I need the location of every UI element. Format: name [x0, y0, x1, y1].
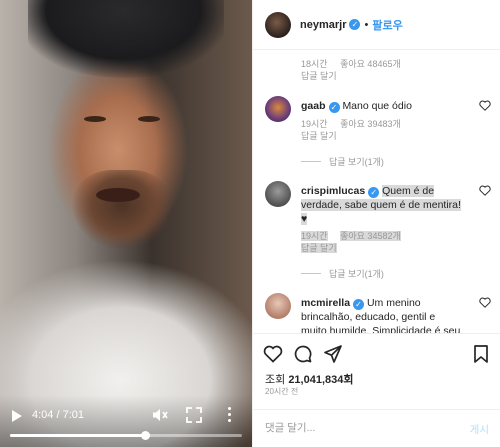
comment-username[interactable]: gaab — [301, 100, 326, 112]
comment-username[interactable]: crispimlucas — [301, 185, 365, 197]
view-replies-label: 답글 보기(1개) — [329, 269, 384, 279]
verified-badge-icon: ✓ — [328, 102, 340, 113]
mute-icon[interactable] — [152, 408, 168, 422]
share-icon[interactable] — [323, 344, 343, 364]
video-frame-beard — [72, 170, 172, 255]
video-frame-cap — [28, 0, 224, 78]
seek-bar-progress — [10, 434, 145, 437]
like-heart-icon[interactable] — [479, 185, 491, 196]
video-frame-detail — [84, 116, 106, 122]
view-replies-button[interactable]: 답글 보기(1개) — [301, 267, 384, 280]
like-heart-icon[interactable] — [263, 344, 283, 364]
avatar[interactable] — [265, 96, 291, 122]
post-actions: 조회 21,041,834회 — [253, 333, 500, 393]
more-options-icon[interactable] — [228, 407, 232, 423]
like-heart-icon[interactable] — [479, 297, 491, 308]
post-side-panel: neymarjr ✓ • 팔로우 18시간 좋아요 48465개 답글 달기 g… — [252, 0, 500, 447]
comment-input[interactable] — [265, 422, 425, 434]
comment-text: Mano que ódio — [342, 100, 412, 112]
posted-time: 20시간 전 — [265, 387, 299, 396]
view-count: 조회 21,041,834회 — [265, 371, 354, 387]
add-comment-bar: 게시 — [253, 409, 500, 447]
comment-time: 18시간 — [301, 59, 328, 69]
follow-button[interactable]: 팔로우 — [372, 17, 402, 33]
verified-badge-icon: ✓ — [349, 19, 361, 30]
verified-badge-icon: ✓ — [353, 299, 365, 310]
like-heart-icon[interactable] — [479, 100, 491, 111]
video-controls: 4:04 / 7:01 — [0, 395, 252, 447]
comment-body: crispimlucas ✓ Quem é de verdade, sabe qu… — [301, 184, 461, 226]
view-count-label: 조회 — [265, 374, 286, 386]
comment-body: mcmirella ✓ Um menino brincalhão, educado… — [301, 296, 461, 333]
reply-label: 답글 달기 — [301, 243, 337, 253]
video-time: 4:04 / 7:01 — [32, 409, 84, 421]
comment-likes[interactable]: 좋아요 39483개 — [340, 119, 401, 129]
verified-badge-icon: ✓ — [368, 187, 380, 198]
fullscreen-icon[interactable] — [186, 407, 202, 423]
view-replies-button[interactable]: 답글 보기(1개) — [301, 155, 384, 168]
avatar[interactable] — [265, 293, 291, 319]
comments-list[interactable]: 18시간 좋아요 48465개 답글 달기 gaab ✓ Mano que ódi… — [253, 51, 500, 333]
comment-bubble-icon[interactable] — [293, 344, 313, 364]
comment-time: 19시간 — [301, 231, 328, 241]
video-frame-detail — [138, 116, 160, 122]
seek-bar-handle[interactable] — [140, 431, 150, 440]
comment-likes[interactable]: 좋아요 34582개 — [340, 231, 401, 241]
header-separator: • — [364, 18, 369, 31]
post-header: neymarjr ✓ • 팔로우 — [253, 0, 500, 50]
header-username[interactable]: neymarjr — [300, 19, 346, 31]
play-icon[interactable] — [12, 410, 22, 422]
instagram-post: 4:04 / 7:01 neymarjr ✓ • 팔로우 18시간 좋아요 48… — [0, 0, 500, 447]
comment-time: 19시간 — [301, 119, 328, 129]
post-comment-button[interactable]: 게시 — [470, 422, 489, 437]
seek-bar[interactable] — [10, 431, 242, 440]
view-count-value: 21,041,834회 — [288, 374, 354, 386]
video-frame-mouth — [96, 188, 140, 202]
bookmark-icon[interactable] — [471, 344, 491, 364]
reply-button[interactable]: 답글 달기 — [301, 69, 337, 82]
avatar[interactable] — [265, 11, 291, 38]
comment-likes[interactable]: 좋아요 48465개 — [340, 59, 401, 69]
reply-button[interactable]: 답글 달기 — [301, 241, 347, 254]
comment-username[interactable]: mcmirella — [301, 297, 350, 309]
video-player[interactable]: 4:04 / 7:01 — [0, 0, 252, 447]
reply-button[interactable]: 답글 달기 — [301, 129, 337, 142]
avatar[interactable] — [265, 181, 291, 207]
divider — [301, 161, 321, 162]
view-replies-label: 답글 보기(1개) — [329, 157, 384, 167]
divider — [301, 273, 321, 274]
comment-body: gaab ✓ Mano que ódio — [301, 99, 461, 113]
